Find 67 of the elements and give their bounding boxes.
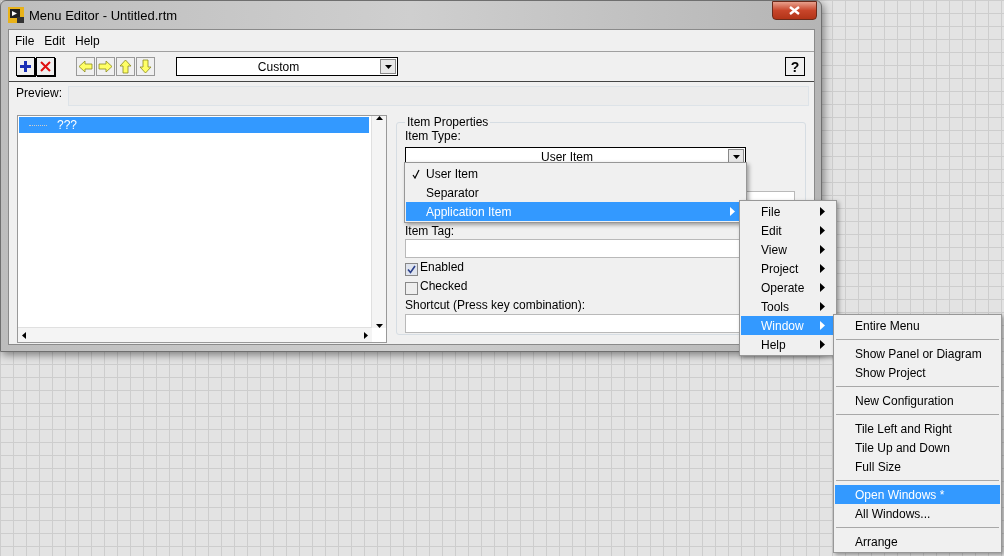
- dropdown-button[interactable]: [380, 59, 396, 74]
- submenu-arrow-icon: [820, 226, 825, 235]
- scroll-down-icon: [375, 324, 383, 328]
- submenu-arrow-icon: [820, 245, 825, 254]
- menu-bar-item[interactable]: Edit: [39, 33, 71, 48]
- arrow-icon: [78, 59, 93, 74]
- checkbox[interactable]: [405, 263, 418, 276]
- item-tag-label: Item Tag:: [405, 224, 455, 239]
- preset-dropdown[interactable]: Custom: [176, 57, 398, 76]
- caret-icon: [384, 64, 392, 69]
- menu-item[interactable]: Tile Up and Down: [835, 438, 1000, 457]
- menu-item[interactable]: User Item: [406, 164, 745, 183]
- menu-item[interactable]: All Windows...: [835, 504, 1000, 523]
- checkbox-label: Checked: [420, 279, 468, 294]
- close-button[interactable]: [772, 1, 817, 20]
- item-type-label: Item Type:: [405, 129, 461, 144]
- menu-item[interactable]: Entire Menu: [835, 316, 1000, 335]
- delete-icon: [39, 60, 52, 73]
- menu-item[interactable]: Operate: [741, 278, 835, 297]
- group-title: Item Properties: [406, 115, 490, 129]
- arrow-icon: [118, 59, 133, 74]
- shortcut-label: Shortcut (Press key combination):: [405, 298, 586, 313]
- add-button[interactable]: [16, 57, 35, 76]
- menu-item[interactable]: Edit: [741, 221, 835, 240]
- menu-item[interactable]: Arrange: [835, 532, 1000, 551]
- preview-label: Preview:: [16, 86, 62, 101]
- submenu-arrow-icon: [730, 207, 735, 216]
- move-button[interactable]: [136, 57, 155, 76]
- menu-item[interactable]: Tile Left and Right: [835, 419, 1000, 438]
- menu-item[interactable]: Tools: [741, 297, 835, 316]
- menu-item[interactable]: Show Project: [835, 363, 1000, 382]
- move-button[interactable]: [76, 57, 95, 76]
- checkbox-label: Enabled: [420, 260, 465, 275]
- menu-item[interactable]: Separator: [406, 183, 745, 202]
- app-icon: [8, 7, 24, 23]
- delete-button[interactable]: [36, 57, 55, 76]
- check-icon: [412, 168, 420, 179]
- menu-bar-item[interactable]: Help: [70, 33, 105, 48]
- menu-item[interactable]: Help: [741, 335, 835, 354]
- window-title: Menu Editor - Untitled.rtm: [29, 7, 179, 23]
- menu-item[interactable]: New Configuration: [835, 391, 1000, 410]
- menu-item[interactable]: Full Size: [835, 457, 1000, 476]
- caret-icon: [732, 154, 740, 159]
- arrow-icon: [138, 59, 153, 74]
- submenu-arrow-icon: [820, 207, 825, 216]
- menu-item[interactable]: Project: [741, 259, 835, 278]
- submenu-arrow-icon: [820, 302, 825, 311]
- scroll-up-icon: [375, 116, 383, 120]
- close-icon: [789, 6, 800, 15]
- arrow-icon: [98, 59, 113, 74]
- scroll-right-icon: [364, 331, 368, 339]
- submenu-arrow-icon: [820, 321, 825, 330]
- move-button[interactable]: [116, 57, 135, 76]
- checkbox[interactable]: [405, 282, 418, 295]
- plus-icon: [19, 60, 32, 73]
- help-button[interactable]: ?: [785, 57, 805, 76]
- move-button[interactable]: [96, 57, 115, 76]
- submenu-arrow-icon: [820, 264, 825, 273]
- submenu-arrow-icon: [820, 283, 825, 292]
- check-icon: [407, 265, 416, 274]
- scroll-left-icon: [22, 331, 26, 339]
- menu-item[interactable]: Show Panel or Diagram: [835, 344, 1000, 363]
- vertical-scrollbar[interactable]: [371, 116, 386, 328]
- menu-bar-item[interactable]: File: [10, 33, 40, 48]
- submenu-arrow-icon: [820, 340, 825, 349]
- horizontal-scrollbar[interactable]: [18, 327, 372, 342]
- menu-item[interactable]: View: [741, 240, 835, 259]
